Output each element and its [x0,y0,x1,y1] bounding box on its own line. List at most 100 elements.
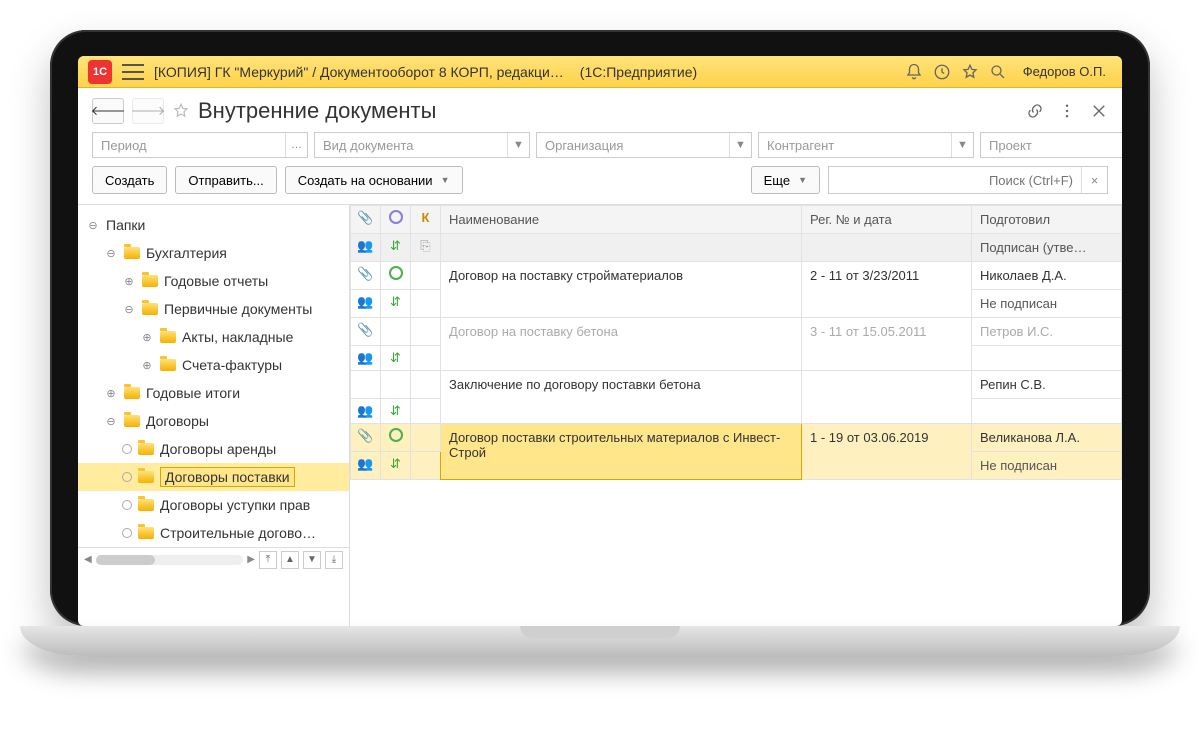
filter-doctype-input[interactable] [315,133,507,157]
expand-icon[interactable]: ⊖ [104,247,118,260]
radio-icon[interactable] [122,444,132,454]
tree-expand-all-icon[interactable]: ⤓ [325,551,343,569]
tree-item[interactable]: ⊕Годовые отчеты [78,267,349,295]
folder-icon [124,415,140,427]
kebab-icon[interactable] [1058,102,1076,120]
col-reg[interactable]: Рег. № и дата [802,206,972,234]
chevron-down-icon[interactable]: ▼ [729,133,751,157]
col-copy[interactable]: ⎘ [411,234,441,262]
filter-doctype[interactable]: ▼ [314,132,530,158]
history-icon[interactable] [933,63,951,81]
table-row[interactable]: 📎Договор на поставку стройматериалов2 - … [351,262,1122,290]
folder-icon [160,331,176,343]
tree-scrollbar[interactable] [96,555,244,565]
filter-counterparty[interactable]: ▼ [758,132,974,158]
cell-reg: 1 - 19 от 03.06.2019 [802,424,972,480]
create-based-button[interactable]: Создать на основании [285,166,463,194]
filter-org-input[interactable] [537,133,729,157]
search-box[interactable]: × [828,166,1108,194]
cell-author: Великанова Л.А. [972,424,1122,452]
col-attach[interactable]: 📎 [351,206,381,234]
copy-icon: ⎘ [420,238,430,253]
table-row[interactable]: Заключение по договору поставки бетонаРе… [351,371,1122,399]
radio-icon[interactable] [122,500,132,510]
cell-author: Репин С.В. [972,371,1122,399]
col-name[interactable]: Наименование [441,206,802,234]
create-button[interactable]: Создать [92,166,167,194]
tree-item[interactable]: ⊖Бухгалтерия [78,239,349,267]
tree-item-label: Договоры поставки [160,467,295,487]
tree-item[interactable]: Договоры уступки прав [78,491,349,519]
tree-footer: ◀ ▶ ⤒ ▲ ▼ ⤓ [78,547,349,571]
cell-reg [802,371,972,424]
col-route[interactable]: ⇵ [381,234,411,262]
cell-signed [972,399,1122,424]
close-icon[interactable] [1090,102,1108,120]
radio-icon[interactable] [122,472,132,482]
tree-item[interactable]: ⊕Акты, накладные [78,323,349,351]
more-button[interactable]: Еще [751,166,820,194]
chevron-down-icon[interactable]: ▼ [507,133,529,157]
filter-counterparty-input[interactable] [759,133,951,157]
tree-collapse-all-icon[interactable]: ⤒ [259,551,277,569]
favorite-icon[interactable] [172,102,190,120]
nav-back-button[interactable]: 🡐 [92,98,124,124]
people-icon: 👥 [357,238,373,253]
tree-item[interactable]: ⊕Счета-фактуры [78,351,349,379]
col-people[interactable]: 👥 [351,234,381,262]
expand-icon[interactable]: ⊖ [104,415,118,428]
tree-item[interactable]: ⊖ Договоры [78,407,349,435]
clear-search-icon[interactable]: × [1081,167,1107,193]
folder-icon [124,247,140,259]
filter-project-input[interactable] [981,133,1122,157]
search-input[interactable] [829,167,1081,193]
app-subtitle: (1С:Предприятие) [580,64,697,80]
col-author[interactable]: Подготовил [972,206,1122,234]
people-icon: 👥 [357,403,373,418]
tree-root-label: Папки [106,217,145,233]
ellipsis-icon[interactable]: … [285,133,307,157]
tree-root[interactable]: ⊖ Папки [78,211,349,239]
tree-up-icon[interactable]: ▲ [281,551,299,569]
folder-icon [124,387,140,399]
page-header: 🡐 🡒 Внутренние документы [78,88,1122,132]
filter-project[interactable] [980,132,1122,158]
table-row[interactable]: 📎Договор поставки строительных материало… [351,424,1122,452]
cell-signed [972,346,1122,371]
app-logo: 1C [88,60,112,84]
expand-icon[interactable]: ⊖ [122,303,136,316]
expand-icon[interactable]: ⊕ [122,275,136,288]
tree-item[interactable]: Договоры поставки [78,463,349,491]
search-icon[interactable] [989,63,1007,81]
chevron-down-icon[interactable]: ▼ [951,133,973,157]
expand-icon[interactable]: ⊕ [104,387,118,400]
col-signed[interactable]: Подписан (утве… [972,234,1122,262]
star-icon[interactable] [961,63,979,81]
send-button[interactable]: Отправить... [175,166,276,194]
nav-forward-button: 🡒 [132,98,164,124]
route-icon: ⇵ [390,350,401,365]
col-status[interactable] [381,206,411,234]
menu-icon[interactable] [122,64,144,80]
tree-item-label: Договоры [146,413,209,429]
collapse-icon[interactable]: ⊖ [86,219,100,232]
filter-period-input[interactable] [93,133,285,157]
col-k[interactable]: К [411,206,441,234]
filter-period[interactable]: … [92,132,308,158]
bell-icon[interactable] [905,63,923,81]
table-row[interactable]: 📎Договор на поставку бетона3 - 11 от 15.… [351,318,1122,346]
radio-icon[interactable] [122,528,132,538]
filter-org[interactable]: ▼ [536,132,752,158]
link-icon[interactable] [1026,102,1044,120]
user-name[interactable]: Федоров О.П. [1017,64,1112,79]
status-icon [389,266,403,280]
tree-down-icon[interactable]: ▼ [303,551,321,569]
expand-icon[interactable]: ⊕ [140,331,154,344]
tree-item[interactable]: ⊖Первичные документы [78,295,349,323]
tree-item[interactable]: Строительные догово… [78,519,349,547]
route-icon: ⇵ [390,456,401,471]
tree-item[interactable]: Договоры аренды [78,435,349,463]
route-icon: ⇵ [390,294,401,309]
tree-item[interactable]: ⊕Годовые итоги [78,379,349,407]
expand-icon[interactable]: ⊕ [140,359,154,372]
